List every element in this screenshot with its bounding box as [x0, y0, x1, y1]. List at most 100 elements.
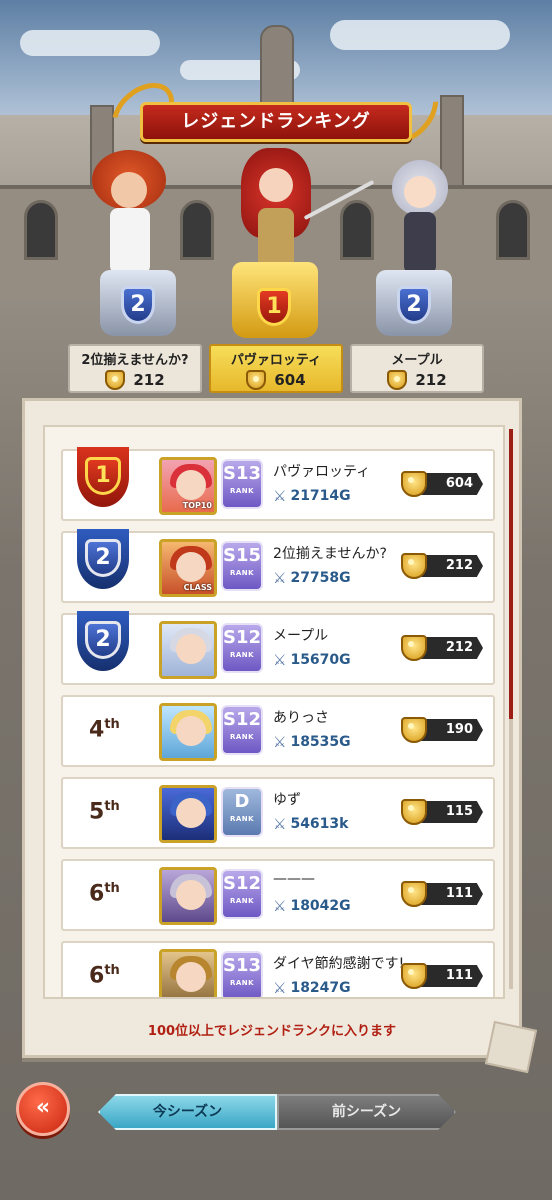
crossed-swords-icon: ⚔: [273, 979, 287, 997]
power-value: 18042G: [290, 898, 351, 914]
season-tabs: 今シーズン 前シーズン: [98, 1094, 456, 1130]
avatar-tag: CLASS: [183, 583, 212, 592]
ranking-row[interactable]: 1 TOP10 S13 RANK パヴァロッティ ⚔ 21714G 604: [61, 447, 495, 521]
podium-character-right[interactable]: [390, 160, 450, 280]
rank-badge: S13 RANK: [221, 951, 263, 997]
page-title: レジェンドランキング: [140, 102, 412, 142]
rank-number: 6: [89, 881, 105, 907]
avatar-tag: TOP10: [182, 501, 212, 510]
podium-points: 604: [274, 371, 306, 389]
trophy-shield-icon: [105, 370, 126, 390]
player-avatar[interactable]: [159, 949, 217, 997]
power-value: 18535G: [290, 734, 351, 750]
rank-badge: S12 RANK: [221, 623, 263, 673]
player-name: ありっさ: [273, 710, 329, 726]
castle-arch: [340, 200, 374, 260]
podium-name: 2位揃えませんか?: [81, 353, 189, 368]
rank-medal: 2: [85, 539, 121, 577]
trophy-shield-icon: [401, 553, 427, 579]
badge-main: S12: [223, 709, 262, 730]
player-name: メープル: [273, 628, 329, 644]
podium-character-left[interactable]: [92, 150, 166, 280]
podium-name: メープル: [391, 353, 443, 368]
rank-position: 5th: [89, 799, 159, 824]
podium-nameplate-center[interactable]: パヴァロッティ 604: [209, 344, 343, 393]
badge-main: S15: [223, 545, 262, 566]
podium-nameplate-left[interactable]: 2位揃えませんか? 212: [68, 344, 202, 393]
player-avatar[interactable]: [159, 621, 217, 679]
crossed-swords-icon: ⚔: [273, 897, 287, 915]
badge-sub: RANK: [229, 815, 255, 823]
badge-sub: RANK: [229, 651, 255, 659]
player-avatar[interactable]: [159, 867, 217, 925]
ranking-row[interactable]: 2 CLASS S15 RANK 2位揃えませんか? ⚔ 27758G 212: [61, 529, 495, 603]
trophy-shield-icon: [401, 881, 427, 907]
rank-number: 6: [89, 963, 105, 989]
tab-previous-season[interactable]: 前シーズン: [277, 1094, 456, 1130]
rank-position: 4th: [89, 717, 159, 742]
rank-badge: S13 RANK: [221, 459, 263, 509]
list-scrollbar[interactable]: [509, 429, 513, 989]
badge-main: S12: [223, 627, 262, 648]
badge-main: S12: [223, 873, 262, 894]
character-face: [111, 172, 147, 208]
ranking-row[interactable]: 6th S12 RANK ——— ⚔ 18042G 111: [61, 859, 495, 931]
points-value: 111: [421, 965, 483, 987]
rank-badge: S15 RANK: [221, 541, 263, 591]
cloud: [330, 20, 510, 50]
rank-badge: D RANK: [221, 787, 263, 837]
ranking-list[interactable]: 1 TOP10 S13 RANK パヴァロッティ ⚔ 21714G 604 2 CL…: [43, 425, 505, 999]
badge-sub: RANK: [229, 733, 255, 741]
badge-main: S13: [223, 463, 262, 484]
ranking-board: 1 TOP10 S13 RANK パヴァロッティ ⚔ 21714G 604 2 CL…: [22, 398, 538, 1074]
player-name: ———: [273, 871, 315, 887]
player-avatar[interactable]: TOP10: [159, 457, 217, 515]
trophy-shield-icon: [401, 963, 427, 989]
tab-current-season[interactable]: 今シーズン: [98, 1094, 277, 1130]
character-body: [404, 212, 436, 274]
power-value: 18247G: [290, 980, 351, 996]
castle-arch: [24, 200, 58, 260]
rank-position: 6th: [89, 881, 159, 906]
ranking-row[interactable]: 5th D RANK ゆず ⚔ 54613k 115: [61, 777, 495, 849]
trophy-shield-icon: [401, 799, 427, 825]
power-value: 27758G: [290, 570, 351, 586]
podium-nameplate-right[interactable]: メープル 212: [350, 344, 484, 393]
podium-character-center[interactable]: [236, 148, 316, 278]
player-avatar[interactable]: [159, 703, 217, 761]
rank-number: 4: [89, 717, 105, 743]
rank-suffix: th: [104, 963, 120, 978]
podium-name: パヴァロッティ: [230, 353, 322, 368]
back-button[interactable]: «: [16, 1082, 70, 1136]
trophy-shield-icon: [401, 471, 427, 497]
points-value: 190: [421, 719, 483, 741]
trophy-shield-icon: [401, 717, 427, 743]
rank-medal: 1: [85, 457, 121, 495]
ranking-row[interactable]: 2 S12 RANK メープル ⚔ 15670G 212: [61, 611, 495, 685]
rank-suffix: th: [104, 881, 120, 896]
ranking-row[interactable]: 4th S12 RANK ありっさ ⚔ 18535G 190: [61, 695, 495, 767]
podium-medal-left: 2: [121, 286, 155, 324]
character-body: [258, 208, 294, 270]
character-body: [110, 208, 150, 274]
scrollbar-thumb[interactable]: [509, 429, 513, 719]
points-value: 212: [421, 637, 483, 659]
legend-rank-note: 100位以上でレジェンドランクに入ります: [147, 1024, 397, 1039]
power-value: 21714G: [290, 488, 351, 504]
trophy-shield-icon: [387, 370, 408, 390]
points-value: 212: [421, 555, 483, 577]
player-name: パヴァロッティ: [273, 464, 371, 480]
player-avatar[interactable]: CLASS: [159, 539, 217, 597]
ranking-row[interactable]: 6th S13 RANK ダイヤ節約感謝です! ⚔ 18247G 111: [61, 941, 495, 997]
player-name: ゆず: [273, 792, 301, 808]
badge-sub: RANK: [229, 487, 255, 495]
player-avatar[interactable]: [159, 785, 217, 843]
badge-sub: RANK: [229, 979, 255, 987]
badge-main: S13: [223, 955, 262, 976]
player-name: 2位揃えませんか?: [273, 546, 387, 562]
crossed-swords-icon: ⚔: [273, 569, 287, 587]
points-value: 115: [421, 801, 483, 823]
points-value: 111: [421, 883, 483, 905]
crossed-swords-icon: ⚔: [273, 651, 287, 669]
badge-sub: RANK: [229, 897, 255, 905]
